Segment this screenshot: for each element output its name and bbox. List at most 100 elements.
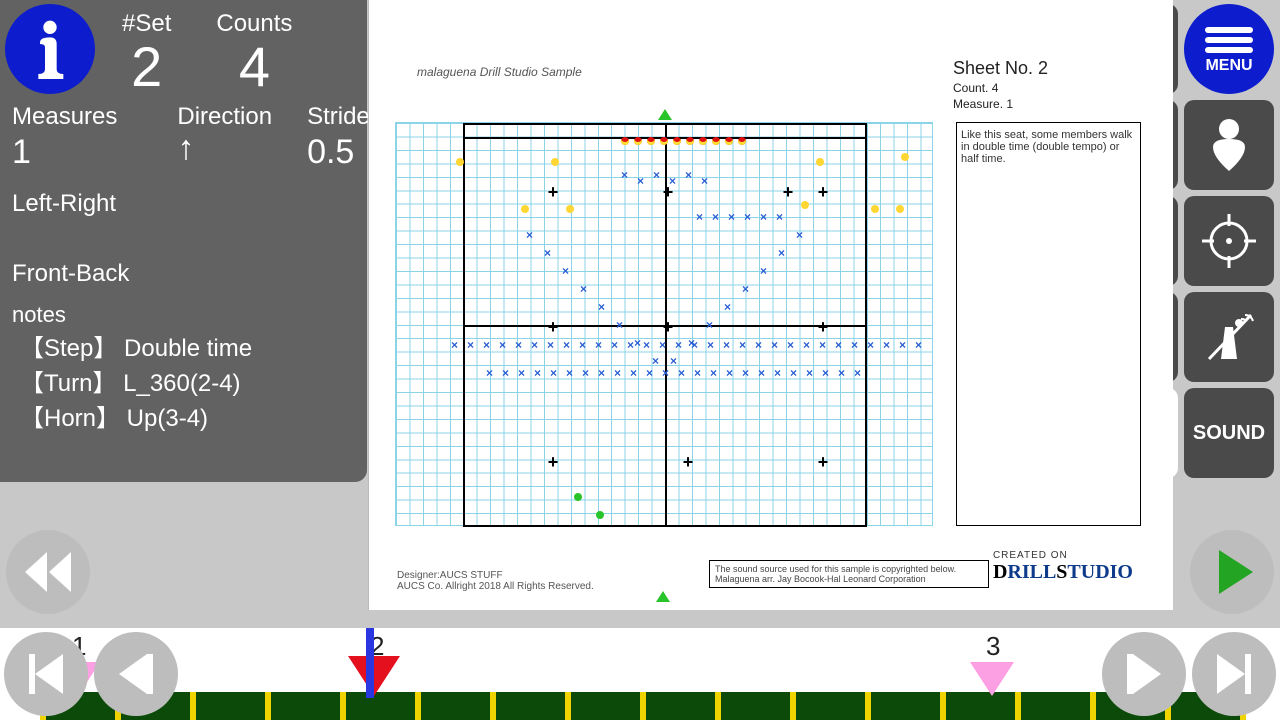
next-set-button[interactable]	[1192, 632, 1276, 716]
performer-marker[interactable]: +	[816, 188, 830, 202]
performer-marker[interactable]	[673, 137, 681, 145]
performer-marker[interactable]: ×	[643, 341, 651, 349]
performer-marker[interactable]: +	[781, 188, 795, 202]
performer-marker[interactable]: ×	[760, 267, 768, 275]
performer-marker[interactable]: ×	[838, 369, 846, 377]
drill-field-grid[interactable]: ××××××××××××××××××××××××××××××××××××××××…	[395, 122, 933, 526]
performer-marker[interactable]: +	[816, 458, 830, 472]
prev-set-button[interactable]	[4, 632, 88, 716]
performer-marker[interactable]: ×	[483, 341, 491, 349]
performer-marker[interactable]: ×	[806, 369, 814, 377]
performer-marker[interactable]: ×	[598, 303, 606, 311]
metronome-mute-button[interactable]	[1184, 292, 1274, 382]
performer-marker[interactable]: ×	[580, 285, 588, 293]
set-marker[interactable]	[970, 662, 1014, 696]
performer-marker[interactable]: ×	[451, 341, 459, 349]
performer-marker[interactable]: ×	[534, 369, 542, 377]
performer-marker[interactable]: +	[681, 458, 695, 472]
performer-marker[interactable]: ×	[707, 341, 715, 349]
info-button[interactable]	[5, 4, 95, 94]
timeline-cursor[interactable]	[366, 628, 374, 698]
performer-marker[interactable]: ×	[670, 357, 678, 365]
performer-marker[interactable]: ×	[659, 341, 667, 349]
performer-marker[interactable]: ×	[787, 341, 795, 349]
performer-marker[interactable]: ×	[562, 267, 570, 275]
performer-marker[interactable]: ×	[627, 341, 635, 349]
performer-marker[interactable]: ×	[652, 357, 660, 365]
target-button[interactable]	[1184, 196, 1274, 286]
performer-marker[interactable]: ×	[531, 341, 539, 349]
performer-marker[interactable]: ×	[526, 231, 534, 239]
performer-marker[interactable]	[801, 201, 809, 209]
performer-marker[interactable]: ×	[710, 369, 718, 377]
performer-marker[interactable]: ×	[621, 171, 629, 179]
performer-marker[interactable]: ×	[630, 369, 638, 377]
play-button[interactable]	[1190, 530, 1274, 614]
performer-marker[interactable]: ×	[790, 369, 798, 377]
performer-marker[interactable]: ×	[685, 171, 693, 179]
performer-marker[interactable]: ×	[611, 341, 619, 349]
performer-marker[interactable]: ×	[616, 321, 624, 329]
performer-marker[interactable]: +	[546, 188, 560, 202]
performer-marker[interactable]: ×	[723, 341, 731, 349]
performer-marker[interactable]: ×	[712, 213, 720, 221]
sound-button[interactable]: SOUND	[1184, 388, 1274, 478]
set-marker-current[interactable]	[348, 656, 400, 696]
performer-marker[interactable]: ×	[566, 369, 574, 377]
performer-marker[interactable]	[699, 137, 707, 145]
performer-marker[interactable]: ×	[675, 341, 683, 349]
performer-marker[interactable]: ×	[595, 341, 603, 349]
performer-marker[interactable]: ×	[515, 341, 523, 349]
performer-marker[interactable]: ×	[774, 369, 782, 377]
performer-marker[interactable]: +	[661, 188, 675, 202]
performer-marker[interactable]: ×	[755, 341, 763, 349]
performer-marker[interactable]: ×	[822, 369, 830, 377]
performer-marker[interactable]: ×	[502, 369, 510, 377]
performer-marker[interactable]	[521, 205, 529, 213]
performer-marker[interactable]	[634, 137, 642, 145]
performer-marker[interactable]: ×	[739, 341, 747, 349]
performer-marker[interactable]	[725, 137, 733, 145]
performer-marker[interactable]: ×	[744, 213, 752, 221]
performer-marker[interactable]: ×	[776, 213, 784, 221]
performer-marker[interactable]: ×	[694, 369, 702, 377]
performer-marker[interactable]: ×	[467, 341, 475, 349]
performer-marker[interactable]: ×	[883, 341, 891, 349]
performer-marker[interactable]: ×	[614, 369, 622, 377]
performer-marker[interactable]	[686, 137, 694, 145]
performer-marker[interactable]: ×	[662, 369, 670, 377]
performer-marker[interactable]	[896, 205, 904, 213]
performer-marker[interactable]: +	[546, 323, 560, 337]
performer-marker[interactable]: ×	[851, 341, 859, 349]
performer-marker[interactable]: ×	[742, 285, 750, 293]
performer-marker[interactable]: ×	[796, 231, 804, 239]
performer-marker[interactable]: ×	[915, 341, 923, 349]
performer-marker[interactable]: ×	[547, 341, 555, 349]
rewind-button[interactable]	[6, 530, 90, 614]
performer-marker[interactable]: ×	[634, 339, 642, 347]
performer-marker[interactable]	[596, 511, 604, 519]
performer-marker[interactable]: ×	[819, 341, 827, 349]
performer-marker[interactable]: ×	[760, 213, 768, 221]
performer-marker[interactable]	[712, 137, 720, 145]
performer-marker[interactable]: ×	[778, 249, 786, 257]
performer-marker[interactable]: ×	[582, 369, 590, 377]
performer-marker[interactable]	[871, 205, 879, 213]
performer-marker[interactable]	[456, 158, 464, 166]
performer-marker[interactable]	[738, 137, 746, 145]
performer-marker[interactable]	[574, 493, 582, 501]
performer-marker[interactable]: +	[546, 458, 560, 472]
performer-marker[interactable]: ×	[563, 341, 571, 349]
performer-marker[interactable]: +	[816, 323, 830, 337]
performer-marker[interactable]	[660, 137, 668, 145]
performer-marker[interactable]: ×	[899, 341, 907, 349]
performer-marker[interactable]: ×	[706, 321, 714, 329]
performer-marker[interactable]: ×	[486, 369, 494, 377]
performer-marker[interactable]: ×	[550, 369, 558, 377]
performer-marker[interactable]: ×	[646, 369, 654, 377]
performer-marker[interactable]: +	[661, 323, 675, 337]
performer-marker[interactable]: ×	[701, 177, 709, 185]
performer-marker[interactable]: ×	[637, 177, 645, 185]
performer-marker[interactable]: ×	[691, 341, 699, 349]
performer-marker[interactable]: ×	[803, 341, 811, 349]
